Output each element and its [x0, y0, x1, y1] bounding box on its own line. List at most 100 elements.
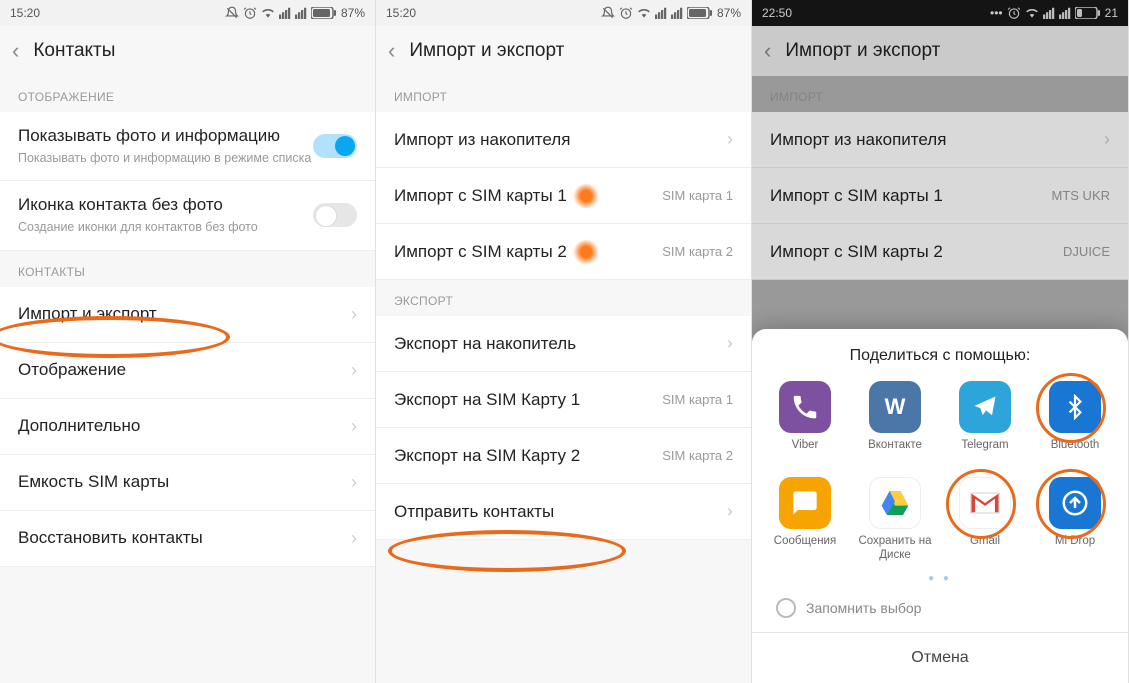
battery-percent: 21 [1105, 6, 1118, 20]
chevron-right-icon: › [351, 472, 357, 493]
app-gmail[interactable]: Gmail [940, 477, 1030, 563]
app-telegram[interactable]: Telegram [940, 381, 1030, 467]
remember-choice[interactable]: Запомнить выбор [752, 590, 1128, 632]
wifi-icon [261, 6, 275, 20]
app-label: Viber [792, 439, 819, 467]
app-label: Вконтакте [868, 439, 922, 467]
chevron-right-icon: › [351, 528, 357, 549]
highlight-dot [573, 239, 599, 265]
item-export-sim1[interactable]: Экспорт на SIM Карту 1 SIM карта 1 [376, 372, 751, 428]
section-import-label: ИМПОРТ [752, 76, 1128, 112]
app-label: Сообщения [774, 535, 836, 563]
item-title: Импорт из накопителя [394, 130, 570, 150]
wifi-icon [637, 6, 651, 20]
signal-icon [655, 7, 667, 19]
battery-icon [687, 7, 713, 19]
vk-icon: W [869, 381, 921, 433]
app-vk[interactable]: W Вконтакте [850, 381, 940, 467]
status-icons: 87% [601, 6, 741, 20]
battery-icon [1075, 7, 1101, 19]
signal-icon [1043, 7, 1055, 19]
gmail-icon [959, 477, 1011, 529]
item-title: Импорт с SIM карты 2 [394, 242, 567, 262]
item-value: SIM карта 1 [662, 392, 733, 407]
item-title: Показывать фото и информацию [18, 126, 311, 146]
item-import-sim2[interactable]: Импорт с SIM карты 2 SIM карта 2 [376, 224, 751, 280]
section-import-label: ИМПОРТ [376, 76, 751, 112]
item-display[interactable]: Отображение › [0, 343, 375, 399]
item-import-storage[interactable]: Импорт из накопителя › [376, 112, 751, 168]
item-title: Иконка контакта без фото [18, 195, 258, 215]
item-import-storage[interactable]: Импорт из накопителя › [752, 112, 1128, 168]
toggle-switch[interactable] [313, 203, 357, 227]
item-title: Отправить контакты [394, 502, 554, 522]
signal2-icon [1059, 7, 1071, 19]
toggle-show-photo-info[interactable]: Показывать фото и информацию Показывать … [0, 112, 375, 181]
item-title: Экспорт на SIM Карту 2 [394, 446, 580, 466]
app-midrop[interactable]: Mi Drop [1030, 477, 1120, 563]
item-title: Емкость SIM карты [18, 472, 169, 492]
share-sheet: Поделиться с помощью: Viber W Вконтакте … [752, 329, 1128, 683]
item-value: SIM карта 2 [662, 244, 733, 259]
alarm-icon [243, 6, 257, 20]
cancel-button[interactable]: Отмена [752, 632, 1128, 683]
remember-label: Запомнить выбор [806, 600, 921, 616]
app-drive[interactable]: Сохранить на Диске [850, 477, 940, 563]
app-label: Bluetooth [1051, 439, 1100, 467]
signal2-icon [671, 7, 683, 19]
alarm-icon [619, 6, 633, 20]
chevron-right-icon: › [727, 333, 733, 354]
app-label: Сохранить на Диске [850, 535, 940, 563]
more-icon: ••• [990, 6, 1003, 20]
item-import-sim1[interactable]: Импорт с SIM карты 1 SIM карта 1 [376, 168, 751, 224]
radio-icon[interactable] [776, 598, 796, 618]
item-title: Импорт из накопителя [770, 130, 946, 150]
item-title: Импорт с SIM карты 1 [394, 186, 567, 206]
status-time: 22:50 [762, 6, 792, 20]
back-icon[interactable]: ‹ [764, 38, 771, 64]
app-viber[interactable]: Viber [760, 381, 850, 467]
chevron-right-icon: › [351, 416, 357, 437]
item-title: Импорт и экспорт [18, 304, 157, 324]
item-import-sim1[interactable]: Импорт с SIM карты 1 MTS UKR [752, 168, 1128, 224]
back-icon[interactable]: ‹ [12, 38, 19, 64]
item-export-sim2[interactable]: Экспорт на SIM Карту 2 SIM карта 2 [376, 428, 751, 484]
dimmed-background: 22:50 ••• 21 [752, 0, 1128, 280]
item-restore-contacts[interactable]: Восстановить контакты › [0, 511, 375, 567]
chevron-right-icon: › [727, 501, 733, 522]
app-label: Mi Drop [1055, 535, 1095, 563]
viber-icon [779, 381, 831, 433]
highlight-dot [573, 183, 599, 209]
chevron-right-icon: › [351, 360, 357, 381]
item-send-contacts[interactable]: Отправить контакты › [376, 484, 751, 540]
item-title: Импорт с SIM карты 2 [770, 242, 943, 262]
item-import-sim2[interactable]: Импорт с SIM карты 2 DJUICE [752, 224, 1128, 280]
dnd-icon [601, 6, 615, 20]
battery-percent: 87% [717, 6, 741, 20]
header: ‹ Импорт и экспорт [376, 26, 751, 76]
item-value: DJUICE [1063, 244, 1110, 259]
item-more[interactable]: Дополнительно › [0, 399, 375, 455]
item-import-export[interactable]: Импорт и экспорт › [0, 287, 375, 343]
back-icon[interactable]: ‹ [388, 38, 395, 64]
header: ‹ Контакты [0, 26, 375, 76]
midrop-icon [1049, 477, 1101, 529]
page-title: Импорт и экспорт [785, 40, 940, 62]
toggle-switch[interactable] [313, 134, 357, 158]
status-time: 15:20 [10, 6, 40, 20]
bluetooth-icon [1049, 381, 1101, 433]
app-messages[interactable]: Сообщения [760, 477, 850, 563]
page-dots: ● ● [752, 571, 1128, 590]
toggle-icon-nophoto[interactable]: Иконка контакта без фото Создание иконки… [0, 181, 375, 250]
app-bluetooth[interactable]: Bluetooth [1030, 381, 1120, 467]
signal-icon [279, 7, 291, 19]
section-display-label: ОТОБРАЖЕНИЕ [0, 76, 375, 112]
item-title: Отображение [18, 360, 126, 380]
status-icons: ••• 21 [990, 6, 1118, 20]
chevron-right-icon: › [1104, 129, 1110, 150]
item-export-storage[interactable]: Экспорт на накопитель › [376, 316, 751, 372]
item-sim-capacity[interactable]: Емкость SIM карты › [0, 455, 375, 511]
drive-icon [869, 477, 921, 529]
item-subtitle: Показывать фото и информацию в режиме сп… [18, 150, 311, 166]
dnd-icon [225, 6, 239, 20]
